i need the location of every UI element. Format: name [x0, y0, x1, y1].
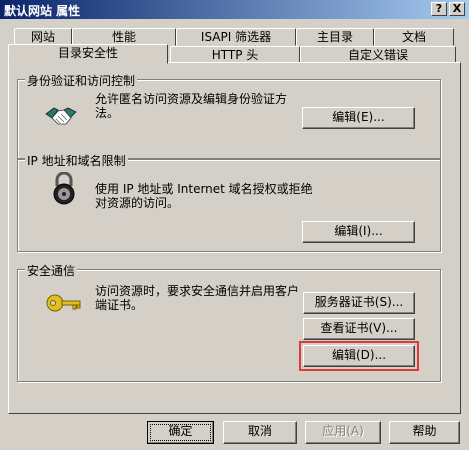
group-ip-domain: IP 地址和域名限制 使用 IP 地址或 Internet 域名授权或拒绝对资源…	[17, 152, 441, 252]
view-certificate-button[interactable]: 查看证书(V)...	[303, 318, 415, 340]
cancel-button[interactable]: 取消	[223, 421, 297, 444]
tab-documents[interactable]: 文档	[374, 28, 454, 46]
edit-auth-button[interactable]: 编辑(E)...	[302, 107, 415, 129]
title-bar[interactable]: 默认网站 属性 ? X	[0, 0, 469, 19]
group-label-ip: IP 地址和域名限制	[25, 152, 128, 169]
padlock-icon	[53, 172, 75, 205]
properties-dialog: 默认网站 属性 ? X 网站 性能 ISAPI 筛选器 主目录 文档 目录安全性…	[0, 0, 469, 450]
group-label-secure: 安全通信	[25, 262, 78, 279]
help-button[interactable]: 帮助	[389, 421, 460, 444]
key-icon	[46, 294, 81, 312]
tab-isapi-filters[interactable]: ISAPI 筛选器	[176, 28, 296, 46]
help-title-button[interactable]: ?	[431, 2, 447, 16]
group-secure-communications: 安全通信 访问资源时，要求安全通信并启用客户端证书。 服务器证书(S)... 查…	[17, 262, 441, 382]
auth-description: 允许匿名访问资源及编辑身份验证方法。	[95, 92, 288, 120]
group-auth-access: 身份验证和访问控制 允许匿名访问资源及编辑身份验证方法。 编辑(E)...	[17, 72, 441, 159]
edit-ip-button[interactable]: 编辑(I)...	[302, 221, 415, 243]
group-label-auth: 身份验证和访问控制	[25, 72, 138, 89]
tab-panel: 身份验证和访问控制 允许匿名访问资源及编辑身份验证方法。 编辑(E)... IP…	[8, 62, 461, 414]
server-certificate-button[interactable]: 服务器证书(S)...	[303, 292, 415, 314]
window-title: 默认网站 属性	[4, 4, 81, 18]
secure-description: 访问资源时，要求安全通信并启用客户端证书。	[95, 284, 300, 312]
tab-directory-security[interactable]: 目录安全性	[8, 44, 168, 64]
apply-button[interactable]: 应用(A)	[305, 421, 381, 444]
handshake-icon	[45, 107, 77, 125]
ok-button[interactable]: 确定	[147, 421, 214, 444]
tab-home-directory[interactable]: 主目录	[296, 28, 374, 46]
close-title-button[interactable]: X	[449, 2, 465, 16]
edit-secure-button[interactable]: 编辑(D)...	[303, 345, 415, 367]
ip-description: 使用 IP 地址或 Internet 域名授权或拒绝对资源的访问。	[95, 182, 313, 210]
